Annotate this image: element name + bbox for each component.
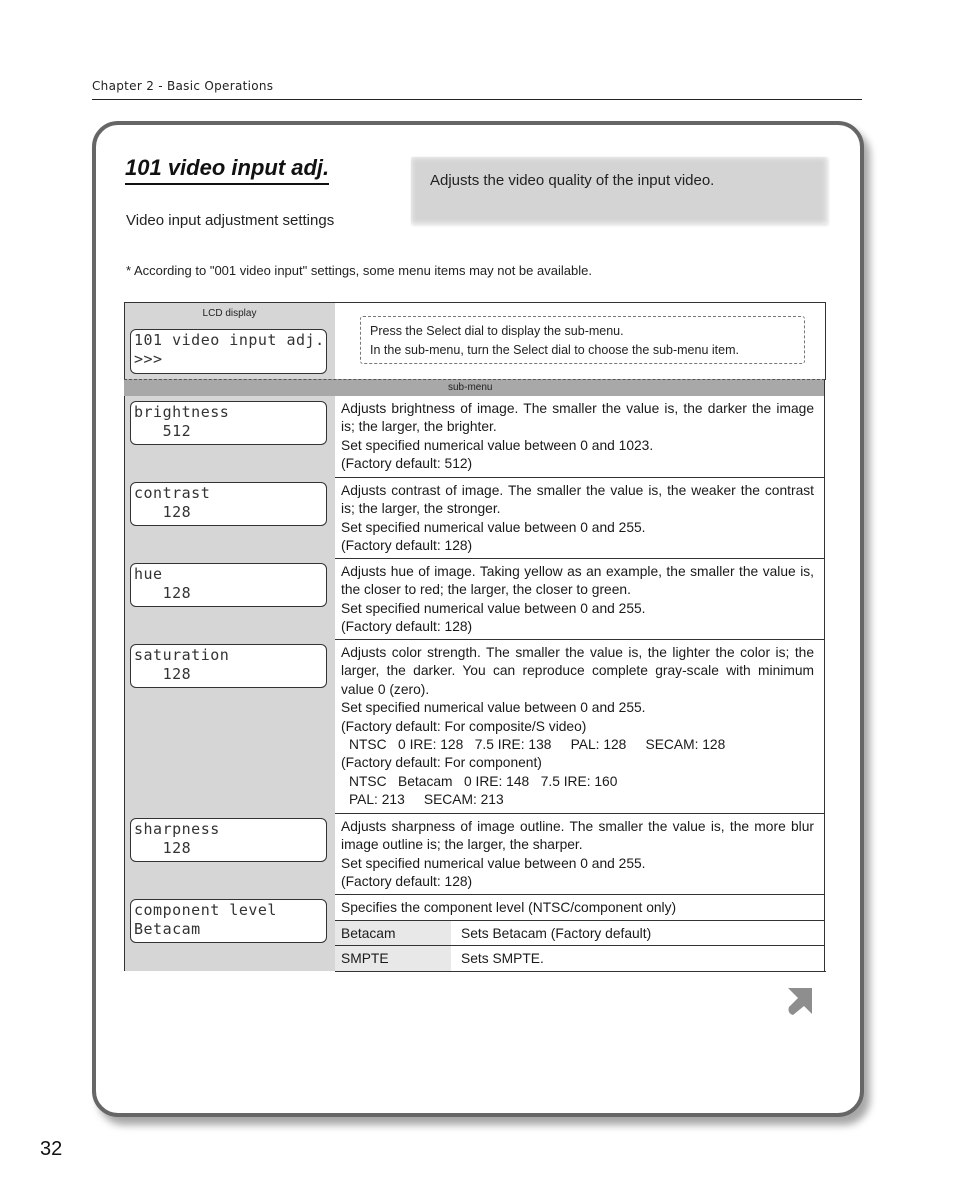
instruction-line: Press the Select dial to display the sub… — [370, 324, 624, 338]
desc-line: PAL: 213 SECAM: 213 — [349, 792, 504, 808]
desc-line: (Factory default: 128) — [341, 619, 473, 635]
lcd-saturation: saturation 128 — [130, 644, 327, 688]
lcd-sharpness: sharpness 128 — [130, 818, 327, 862]
page-title: 101 video input adj. — [125, 154, 330, 185]
desc-contrast: Adjusts contrast of image. The smaller t… — [335, 477, 825, 559]
desc-component-level: Specifies the component level (NTSC/comp… — [335, 894, 825, 921]
option-value: Sets SMPTE. — [461, 951, 544, 966]
desc-line: Set specified numerical value between 0 … — [341, 855, 646, 871]
desc-line: Specifies the component level (NTSC/comp… — [341, 900, 677, 915]
lcd-component-level: component level Betacam — [130, 899, 327, 943]
lcd-line: Betacam — [134, 920, 201, 938]
lcd-line: 512 — [134, 422, 192, 440]
lcd-line: contrast — [134, 484, 211, 502]
option-row-smpte: SMPTE Sets SMPTE. — [335, 945, 825, 971]
submenu-label: sub-menu — [448, 382, 493, 393]
page-number: 32 — [40, 1138, 63, 1160]
desc-line: Set specified numerical value between 0 … — [341, 519, 646, 535]
option-row-betacam: Betacam Sets Betacam (Factory default) — [335, 920, 825, 945]
summary-box: Adjusts the video quality of the input v… — [411, 157, 827, 224]
lcd-line: sharpness — [134, 820, 220, 838]
lcd-line: 128 — [134, 665, 192, 683]
instructions-box: Press the Select dial to display the sub… — [360, 316, 805, 364]
lcd-line: >>> — [134, 350, 163, 368]
desc-line: Adjusts sharpness of image outline. The … — [341, 819, 814, 853]
desc-sharpness: Adjusts sharpness of image outline. The … — [335, 813, 825, 895]
desc-line: Set specified numerical value between 0 … — [341, 700, 646, 716]
lcd-line: 128 — [134, 584, 192, 602]
desc-line: Adjusts hue of image. Taking yellow as a… — [341, 564, 814, 598]
availability-note: * According to "001 video input" setting… — [126, 263, 592, 278]
desc-line: NTSC Betacam 0 IRE: 148 7.5 IRE: 160 — [349, 773, 618, 789]
lcd-display-label: LCD display — [202, 308, 257, 319]
desc-line: Adjusts color strength. The smaller the … — [341, 645, 814, 697]
lcd-line: 128 — [134, 839, 192, 857]
lcd-line: brightness — [134, 403, 230, 421]
lcd-line: 128 — [134, 503, 192, 521]
lcd-brightness: brightness 512 — [130, 401, 327, 445]
lcd-line: component level — [134, 901, 277, 919]
lcd-line: saturation — [134, 646, 230, 664]
desc-brightness: Adjusts brightness of image. The smaller… — [335, 396, 825, 478]
lcd-line: hue — [134, 565, 163, 583]
desc-saturation: Adjusts color strength. The smaller the … — [335, 639, 825, 814]
option-value: Sets Betacam (Factory default) — [461, 926, 652, 941]
instructions-cell: Press the Select dial to display the sub… — [335, 303, 825, 380]
lcd-line: 101 video input adj. — [134, 331, 325, 349]
lcd-hue: hue 128 — [130, 563, 327, 607]
desc-line: NTSC 0 IRE: 128 7.5 IRE: 138 PAL: 128 SE… — [349, 737, 726, 753]
table-bottom-border — [335, 971, 826, 972]
desc-line: (Factory default: 128) — [341, 538, 473, 554]
chapter-header: Chapter 2 - Basic Operations — [92, 79, 274, 93]
desc-line: Set specified numerical value between 0 … — [341, 437, 654, 453]
desc-line: (Factory default: 128) — [341, 874, 473, 890]
option-key: SMPTE — [335, 946, 451, 971]
header-rule — [92, 99, 862, 100]
desc-line: (Factory default: 512) — [341, 456, 473, 472]
lcd-contrast: contrast 128 — [130, 482, 327, 526]
lcd-main-menu: 101 video input adj. >>> — [130, 329, 327, 374]
desc-hue: Adjusts hue of image. Taking yellow as a… — [335, 558, 825, 640]
section-subtitle: Video input adjustment settings — [126, 212, 335, 229]
desc-line: Set specified numerical value between 0 … — [341, 600, 646, 616]
desc-line: Adjusts contrast of image. The smaller t… — [341, 483, 814, 517]
submenu-bar: sub-menu — [124, 379, 825, 396]
desc-line: Adjusts brightness of image. The smaller… — [341, 401, 814, 435]
desc-line: (Factory default: For composite/S video) — [341, 718, 587, 734]
summary-text: Adjusts the video quality of the input v… — [430, 172, 715, 189]
desc-line: (Factory default: For component) — [341, 755, 542, 771]
continue-arrow-icon — [788, 988, 812, 1015]
option-key: Betacam — [335, 921, 451, 945]
instruction-line: In the sub-menu, turn the Select dial to… — [370, 343, 739, 357]
